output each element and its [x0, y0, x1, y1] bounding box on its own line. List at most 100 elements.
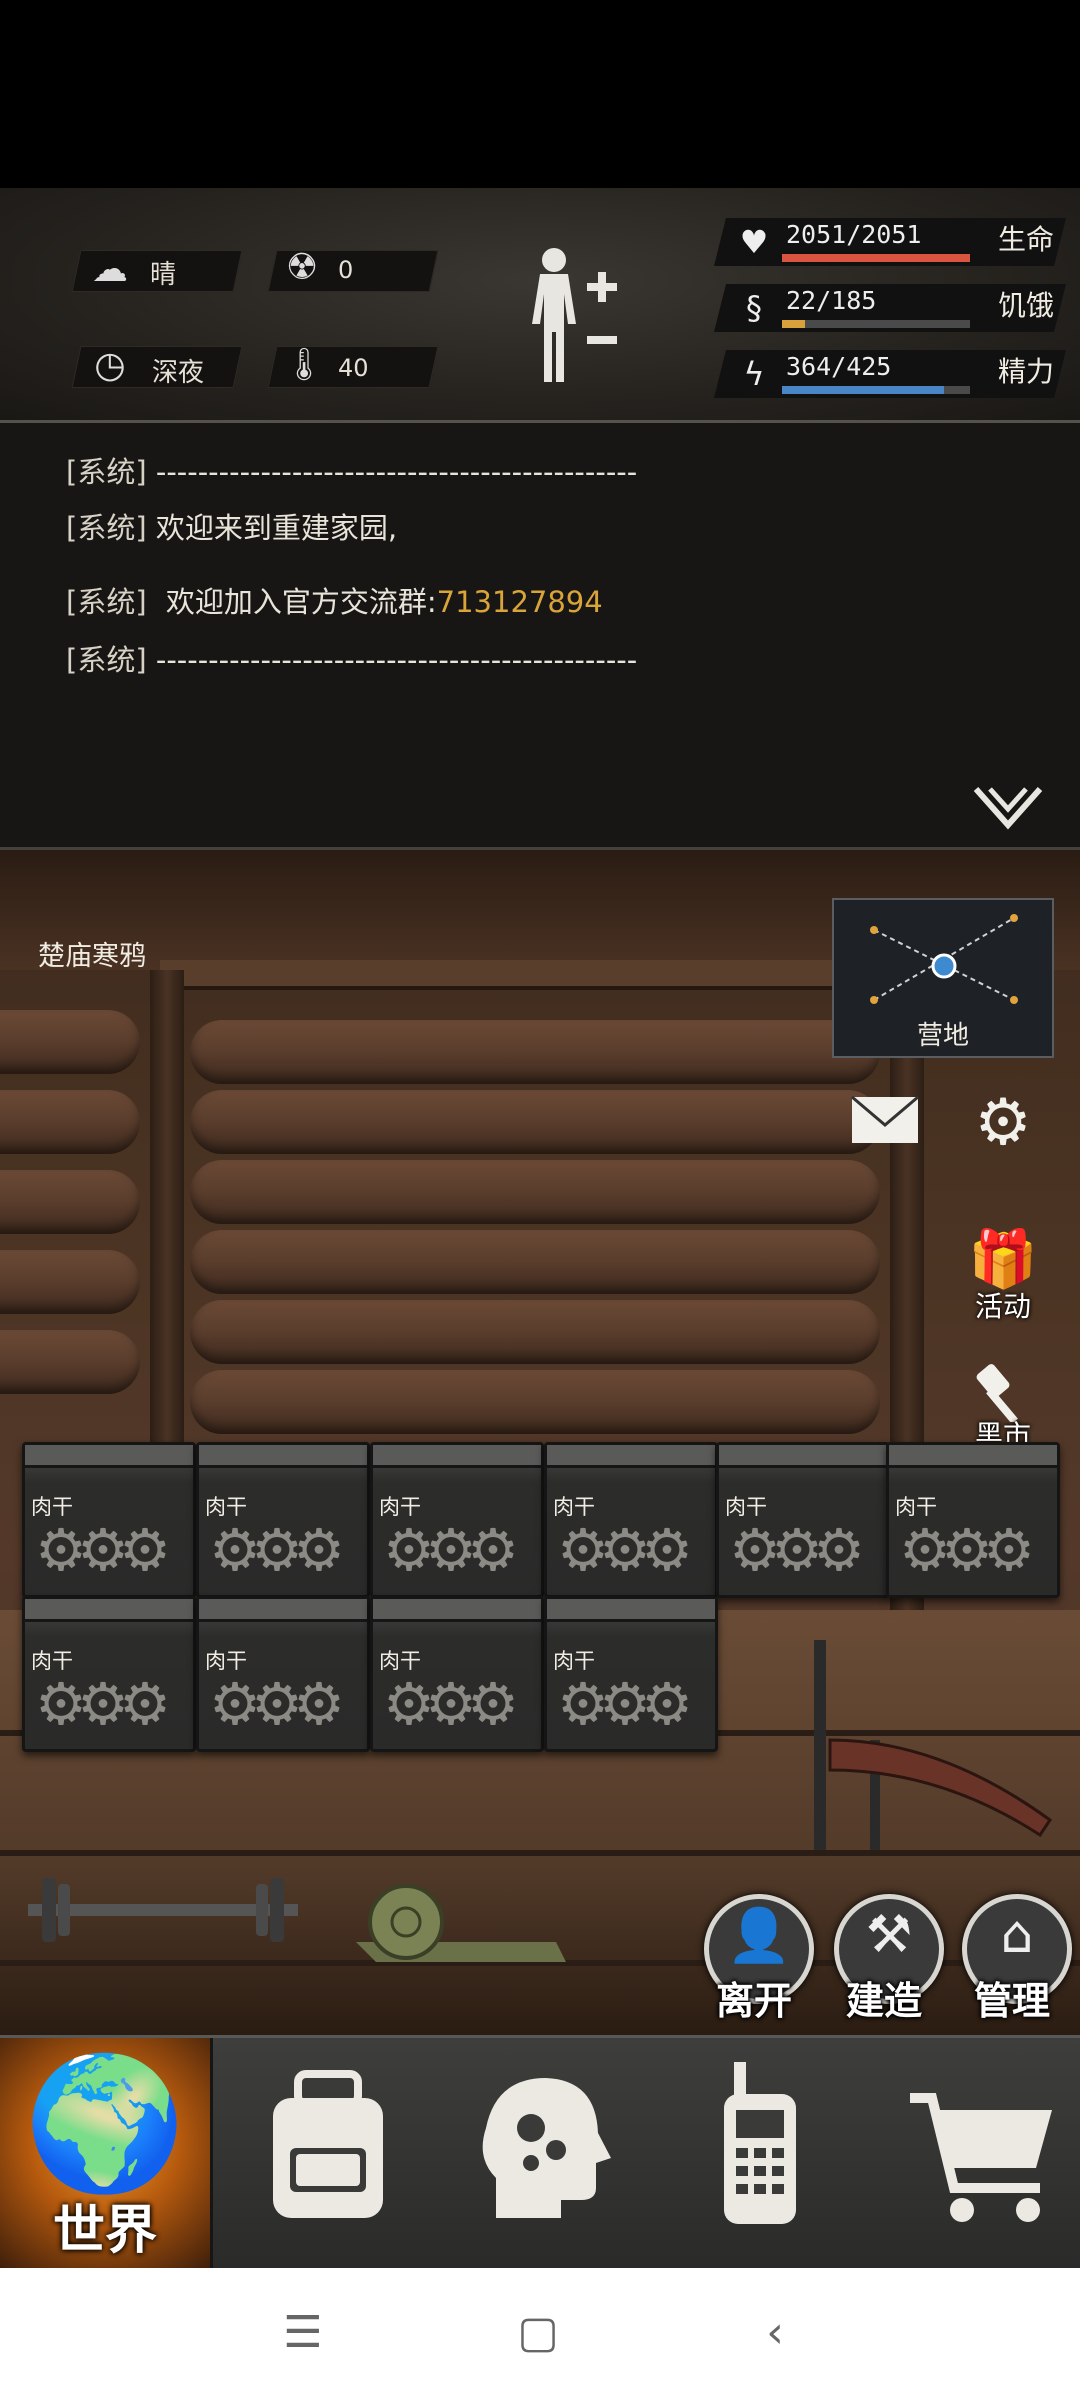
mail-button[interactable]	[840, 1095, 930, 1149]
log-tag: [系统]	[66, 643, 147, 677]
black-market-button[interactable]: 黑市	[958, 1362, 1048, 1454]
hunger-stat: § 22/185 饥饿	[714, 284, 1066, 332]
auction-hammer-icon	[976, 1364, 1018, 1424]
nav-backpack[interactable]	[218, 2038, 428, 2271]
gears-icon: ⚙⚙⚙	[383, 1516, 519, 1584]
globe-icon: 🌍	[24, 2047, 186, 2199]
map-button[interactable]: 营地	[832, 898, 1054, 1058]
log-tag: [系统]	[66, 455, 147, 489]
mail-icon	[851, 1095, 919, 1143]
log-divider: ----------------------------------------…	[155, 455, 638, 489]
storage-crate[interactable]: 肉干 ⚙⚙⚙	[544, 1596, 718, 1752]
map-icon	[870, 914, 1018, 1004]
nav-skills[interactable]	[436, 2038, 646, 2271]
drying-rack-icon	[814, 1640, 1053, 1850]
gears-icon: ⚙⚙⚙	[35, 1516, 171, 1584]
double-chevron-down-icon	[973, 787, 1043, 830]
barbell[interactable]	[18, 1870, 308, 1950]
person-exit-icon: 👤	[726, 1906, 792, 1966]
hunger-label: 饥饿	[997, 289, 1054, 322]
hammer-icon: ⚒	[865, 1905, 913, 1965]
gears-icon: ⚙⚙⚙	[899, 1516, 1035, 1584]
log-tag: [系统]	[66, 585, 147, 619]
manage-label: 管理	[974, 1979, 1051, 2023]
storage-crate[interactable]: 肉干 ⚙⚙⚙	[544, 1442, 718, 1598]
body-figure-icon	[532, 248, 617, 382]
bedroll-icon	[356, 1884, 566, 1962]
cabin-scene: 楚庙寒鸦 营地 ⚙ 🎁 活动 黑市 肉干 ⚙⚙⚙ 肉干 ⚙⚙⚙ 肉干 ⚙⚙⚙ 肉…	[0, 850, 1080, 2035]
radio-icon	[724, 2062, 796, 2224]
clock-icon: ◷	[94, 345, 126, 386]
backpack-icon	[273, 2070, 383, 2218]
barbell-icon	[28, 1878, 298, 1942]
leave-label: 离开	[716, 1979, 793, 2023]
home-icon[interactable]: ▢	[503, 2298, 573, 2368]
message-log[interactable]: [系统] -----------------------------------…	[0, 423, 1080, 850]
health-label: 生命	[997, 223, 1054, 256]
bedroll[interactable]	[336, 1862, 576, 1972]
storage-crate[interactable]: 肉干 ⚙⚙⚙	[886, 1442, 1060, 1598]
build-label: 建造	[846, 1979, 923, 2023]
storage-crate[interactable]: 肉干 ⚙⚙⚙	[22, 1442, 196, 1598]
heart-pulse-icon: ♥	[739, 223, 769, 261]
log-line: [系统] 欢迎来到重建家园,	[66, 505, 397, 547]
nav-shop[interactable]	[870, 2038, 1080, 2271]
storage-crate[interactable]: 肉干 ⚙⚙⚙	[370, 1596, 544, 1752]
gears-icon: ⚙⚙⚙	[35, 1670, 171, 1738]
energy-icon: ϟ	[743, 355, 765, 393]
gears-icon: ⚙⚙⚙	[557, 1670, 693, 1738]
log-join-text: 欢迎加入官方交流群:	[165, 585, 437, 619]
weather-value: 晴	[150, 260, 177, 290]
storage-crate[interactable]: 肉干 ⚙⚙⚙	[22, 1596, 196, 1752]
body-status-button[interactable]	[520, 242, 640, 392]
gears-icon: ⚙⚙⚙	[557, 1516, 693, 1584]
log-tag: [系统]	[66, 511, 147, 545]
storage-crate[interactable]: 肉干 ⚙⚙⚙	[196, 1596, 370, 1752]
gears-icon: ⚙⚙⚙	[209, 1670, 345, 1738]
energy-stat: ϟ 364/425 精力	[714, 350, 1066, 398]
log-line: [系统] -----------------------------------…	[66, 637, 637, 679]
health-bar	[782, 254, 970, 262]
log-group-number[interactable]: 713127894	[437, 585, 603, 619]
house-gear-icon: ⌂	[1000, 1905, 1034, 1965]
bottom-navigation: 🌍 世界	[0, 2035, 1080, 2271]
log-line: [系统] -----------------------------------…	[66, 449, 637, 491]
drying-rack[interactable]	[790, 1630, 1060, 1860]
map-label: 营地	[916, 1021, 969, 1051]
gears-icon: ⚙⚙⚙	[209, 1516, 345, 1584]
settings-button[interactable]: ⚙	[958, 1088, 1048, 1158]
radiation-value: 0	[338, 256, 354, 284]
log-welcome-text: 欢迎来到重建家园,	[155, 511, 398, 545]
shopping-cart-icon	[910, 2093, 1052, 2222]
radiation-icon: ☢	[285, 247, 319, 288]
status-panel: ☁ 晴 ☢ 0 ◷ 深夜 🌡 40 ♥ 2051/2051 生命 § 22/18…	[0, 188, 1080, 423]
stomach-icon: §	[746, 289, 762, 327]
temperature-value: 40	[338, 354, 369, 382]
storage-crate[interactable]: 肉干 ⚙⚙⚙	[196, 1442, 370, 1598]
activity-button[interactable]: 🎁 活动	[958, 1225, 1048, 1325]
storage-crate[interactable]: 肉干 ⚙⚙⚙	[716, 1442, 890, 1598]
cloud-sun-icon: ☁	[92, 249, 128, 290]
energy-value: 364/425	[786, 352, 892, 381]
storage-crate[interactable]: 肉干 ⚙⚙⚙	[370, 1442, 544, 1598]
back-icon[interactable]: ‹	[740, 2298, 810, 2368]
log-line: [系统] 欢迎加入官方交流群:713127894	[66, 579, 603, 621]
energy-bar	[782, 386, 970, 394]
system-navigation-bar: ☰ ▢ ‹	[0, 2268, 1080, 2400]
gear-icon: ⚙	[974, 1086, 1032, 1160]
hunger-bar-fill	[782, 320, 805, 328]
skills-head-icon	[482, 2078, 611, 2218]
hunger-value: 22/185	[786, 286, 877, 315]
nav-world[interactable]: 🌍 世界	[0, 2038, 213, 2271]
nav-radio[interactable]	[654, 2038, 864, 2271]
expand-log-button[interactable]	[972, 785, 1044, 833]
energy-label: 精力	[997, 355, 1054, 388]
menu-icon[interactable]: ☰	[268, 2298, 338, 2368]
health-bar-fill	[782, 254, 970, 262]
health-value: 2051/2051	[786, 220, 922, 249]
hunger-bar	[782, 320, 970, 328]
health-stat: ♥ 2051/2051 生命	[714, 218, 1066, 266]
time-value: 深夜	[152, 358, 205, 388]
gears-icon: ⚙⚙⚙	[729, 1516, 865, 1584]
player-name: 楚庙寒鸦	[38, 941, 146, 972]
